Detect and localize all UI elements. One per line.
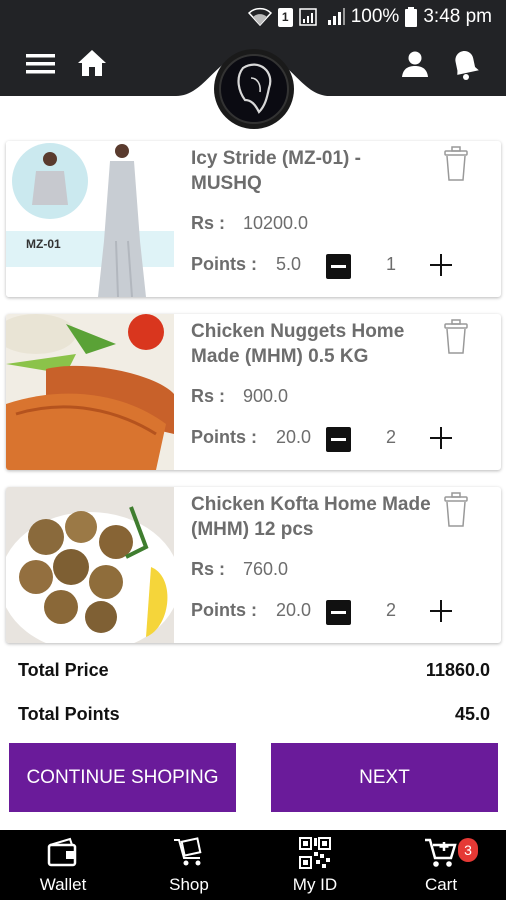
profile-button[interactable] (401, 50, 429, 78)
price-label: Rs : (191, 386, 226, 406)
quantity-value: 2 (385, 427, 396, 447)
logo-face-icon (214, 49, 294, 129)
price-value: 900.0 (243, 386, 289, 406)
product-image-tag: MZ-01 (26, 237, 61, 251)
nav-wallet-label: Wallet (39, 875, 87, 894)
battery-percent: 100% (350, 6, 400, 27)
points-value: 20.0 (276, 427, 312, 447)
decrease-quantity-button[interactable] (326, 254, 351, 279)
bottom-navigation: Wallet Shop My ID 3 Cart (0, 830, 506, 900)
total-points-label: Total Points (18, 704, 120, 724)
nav-cart[interactable]: 3 Cart (378, 830, 504, 900)
home-button[interactable] (76, 48, 108, 78)
remove-item-button[interactable] (443, 492, 469, 528)
decrease-quantity-button[interactable] (326, 427, 351, 452)
points-label: Points : (191, 427, 257, 447)
remove-item-button[interactable] (443, 319, 469, 355)
product-title: Chicken Nuggets Home Made (MHM) 0.5 KG (191, 321, 405, 367)
notifications-button[interactable] (449, 47, 481, 81)
product-image[interactable] (6, 314, 174, 470)
cart-count-badge: 3 (458, 838, 478, 862)
cart-icon (425, 838, 457, 867)
user-icon (402, 51, 428, 77)
clock: 3:48 pm (423, 6, 492, 27)
nav-shop-label: Shop (169, 875, 209, 894)
menu-icon (26, 54, 55, 74)
increase-quantity-button[interactable] (430, 426, 454, 450)
wifi-icon (247, 7, 272, 27)
points-label: Points : (191, 254, 257, 274)
signal-icon (298, 8, 317, 26)
trash-icon (444, 146, 468, 181)
logo[interactable] (211, 48, 297, 130)
increase-quantity-button[interactable] (430, 253, 454, 277)
trash-icon (444, 492, 468, 527)
cart-item: MZ-01 Icy Stride (MZ-01) - MUSHQ Rs : 10… (6, 141, 501, 297)
home-icon (78, 50, 106, 76)
product-title: Chicken Kofta Home Made (MHM) 12 pcs (191, 494, 431, 540)
qr-code-icon (299, 837, 331, 869)
total-points-value: 45.0 (454, 704, 490, 724)
price-value: 10200.0 (243, 213, 309, 233)
total-price-value: 11860.0 (425, 660, 490, 680)
wallet-icon (47, 837, 77, 867)
app-header (0, 34, 506, 129)
nuggets-image (6, 314, 174, 470)
shop-cart-icon (174, 837, 202, 866)
nav-cart-label: Cart (424, 875, 458, 894)
total-points-row: Total Points 45.0 (18, 704, 490, 725)
continue-shopping-button[interactable]: CONTINUE SHOPING (9, 743, 236, 812)
total-price-row: Total Price 11860.0 (18, 660, 490, 681)
nav-wallet[interactable]: Wallet (0, 830, 126, 900)
points-value: 20.0 (276, 600, 312, 620)
product-title: Icy Stride (MZ-01) - MUSHQ (191, 148, 361, 194)
total-price-label: Total Price (18, 660, 109, 680)
price-value: 760.0 (243, 559, 289, 579)
price-label: Rs : (191, 559, 226, 579)
sim-icon: 1 (277, 7, 293, 27)
next-button[interactable]: NEXT (271, 743, 498, 812)
status-bar: 1 100% 3:48 pm (0, 0, 506, 34)
points-value: 5.0 (276, 254, 302, 274)
price-label: Rs : (191, 213, 226, 233)
product-image[interactable]: MZ-01 (6, 141, 174, 297)
quantity-value: 2 (385, 600, 396, 620)
trash-icon (444, 319, 468, 354)
nav-my-id-label: My ID (292, 875, 338, 894)
cart-item: Chicken Kofta Home Made (MHM) 12 pcs Rs … (6, 487, 501, 643)
nav-shop[interactable]: Shop (126, 830, 252, 900)
signal-bars-icon (327, 8, 345, 25)
decrease-quantity-button[interactable] (326, 600, 351, 625)
cart-item: Chicken Nuggets Home Made (MHM) 0.5 KG R… (6, 314, 501, 470)
menu-button[interactable] (26, 52, 56, 76)
product-image[interactable] (6, 487, 174, 643)
kofta-image (6, 487, 174, 643)
remove-item-button[interactable] (443, 146, 469, 182)
nav-my-id[interactable]: My ID (252, 830, 378, 900)
increase-quantity-button[interactable] (430, 599, 454, 623)
dress-image (6, 141, 174, 297)
quantity-value: 1 (385, 254, 396, 274)
battery-icon (405, 7, 418, 27)
points-label: Points : (191, 600, 257, 620)
bell-icon (455, 51, 479, 80)
